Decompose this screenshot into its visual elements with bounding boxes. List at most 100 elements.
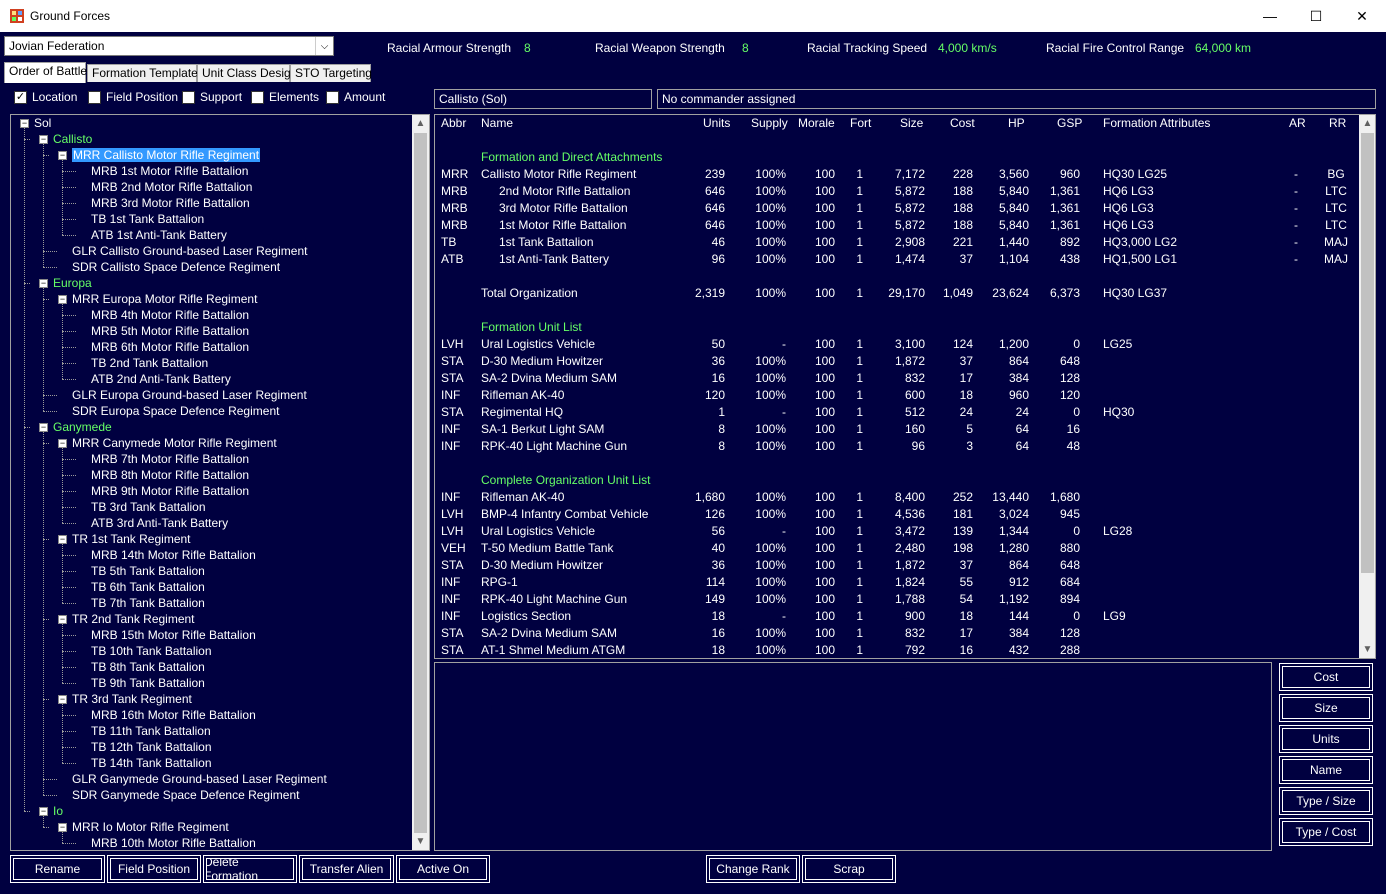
formation-tree[interactable]: ▲ ▼ − Sol − Callisto − MRR Callisto Motor Rif…	[10, 114, 430, 851]
active-on-button[interactable]: Active On	[396, 855, 490, 883]
nation-select[interactable]: Jovian Federation ⌵	[4, 36, 334, 56]
tree-node[interactable]: MRB 16th Motor Rifle Battalion	[91, 707, 256, 723]
tree-node[interactable]: ATB 2nd Anti-Tank Battery	[91, 371, 231, 387]
tree-node[interactable]: MRR Europa Motor Rifle Regiment	[72, 291, 257, 307]
field-position-button[interactable]: Field Position	[107, 855, 201, 883]
tree-node[interactable]: MRR Callisto Motor Rifle Regiment	[72, 147, 261, 163]
tree-node[interactable]: MRR Canymede Motor Rifle Regiment	[72, 435, 277, 451]
collapse-icon[interactable]: −	[58, 439, 67, 448]
tree-node[interactable]: TR 3rd Tank Regiment	[72, 691, 192, 707]
collapse-icon[interactable]: −	[58, 695, 67, 704]
tree-node[interactable]: TB 2nd Tank Battalion	[91, 355, 208, 371]
collapse-icon[interactable]: −	[58, 295, 67, 304]
tab-unit-class-design[interactable]: Unit Class Design	[197, 64, 297, 82]
tree-node[interactable]: TB 12th Tank Battalion	[91, 739, 212, 755]
delete-formation-button[interactable]: Delete Formation	[203, 855, 297, 883]
tree-node[interactable]: SDR Europa Space Defence Regiment	[72, 403, 279, 419]
tree-node[interactable]: GLR Ganymede Ground-based Laser Regiment	[72, 771, 327, 787]
tree-node[interactable]: TB 5th Tank Battalion	[91, 563, 205, 579]
tree-node[interactable]: Sol	[34, 115, 51, 131]
sort-type-size-button[interactable]: Type / Size	[1279, 787, 1373, 815]
column-header[interactable]: Cost	[950, 115, 975, 132]
tree-node[interactable]: GLR Europa Ground-based Laser Regiment	[72, 387, 307, 403]
column-header[interactable]: AR	[1289, 115, 1306, 132]
tree-node[interactable]: TR 1st Tank Regiment	[72, 531, 191, 547]
tree-scrollbar[interactable]: ▲ ▼	[412, 115, 429, 850]
scrollbar-thumb[interactable]	[1361, 133, 1374, 573]
tree-node[interactable]: MRB 6th Motor Rifle Battalion	[91, 339, 249, 355]
tree-node[interactable]: Callisto	[53, 131, 92, 147]
close-button[interactable]: ✕	[1339, 0, 1385, 32]
tree-node[interactable]: Io	[53, 803, 63, 819]
tree-node[interactable]: TB 10th Tank Battalion	[91, 643, 212, 659]
collapse-icon[interactable]: −	[58, 151, 67, 160]
collapse-icon[interactable]: −	[58, 615, 67, 624]
tree-node[interactable]: TR 2nd Tank Regiment	[72, 611, 195, 627]
tree-node[interactable]: Europa	[53, 275, 92, 291]
tree-node[interactable]: GLR Callisto Ground-based Laser Regiment	[72, 243, 307, 259]
collapse-icon[interactable]: −	[58, 535, 67, 544]
column-header[interactable]: GSP	[1057, 115, 1082, 132]
collapse-icon[interactable]: −	[20, 119, 29, 128]
transfer-alien-button[interactable]: Transfer Alien	[299, 855, 394, 883]
tree-node[interactable]: TB 11th Tank Battalion	[91, 723, 211, 739]
column-header[interactable]: RR	[1329, 115, 1346, 132]
tree-node[interactable]: MRB 4th Motor Rifle Battalion	[91, 307, 249, 323]
tree-node[interactable]: Ganymede	[53, 419, 112, 435]
column-header[interactable]: Morale	[798, 115, 835, 132]
column-header[interactable]: Formation Attributes	[1103, 115, 1210, 132]
sort-units-button[interactable]: Units	[1279, 725, 1373, 753]
chevron-down-icon[interactable]: ⌵	[315, 37, 333, 55]
column-header[interactable]: Units	[703, 115, 730, 132]
collapse-icon[interactable]: −	[39, 423, 48, 432]
sort-size-button[interactable]: Size	[1279, 694, 1373, 722]
scroll-down-icon[interactable]: ▼	[412, 833, 429, 850]
collapse-icon[interactable]: −	[39, 135, 48, 144]
column-header[interactable]: Size	[900, 115, 923, 132]
tree-node[interactable]: SDR Callisto Space Defence Regiment	[72, 259, 280, 275]
tab-sto-targeting[interactable]: STO Targeting	[290, 64, 372, 82]
sort-cost-button[interactable]: Cost	[1279, 663, 1373, 691]
tab-formation-templates[interactable]: Formation Templates	[87, 64, 204, 82]
tree-node[interactable]: MRR Io Motor Rifle Regiment	[72, 819, 229, 835]
scroll-up-icon[interactable]: ▲	[1359, 115, 1375, 132]
column-header[interactable]: Supply	[751, 115, 788, 132]
tree-node[interactable]: ATB 1st Anti-Tank Battery	[91, 227, 227, 243]
tree-node[interactable]: MRB 14th Motor Rifle Battalion	[91, 547, 256, 563]
tree-node[interactable]: MRB 9th Motor Rifle Battalion	[91, 483, 249, 499]
tree-node[interactable]: TB 1st Tank Battalion	[91, 211, 204, 227]
scrap-button[interactable]: Scrap	[802, 855, 896, 883]
tree-node[interactable]: MRB 15th Motor Rifle Battalion	[91, 627, 256, 643]
tree-node[interactable]: TB 3rd Tank Battalion	[91, 499, 206, 515]
tree-node[interactable]: MRB 10th Motor Rifle Battalion	[91, 835, 256, 850]
tree-node[interactable]: MRB 3rd Motor Rifle Battalion	[91, 195, 250, 211]
column-header[interactable]: Name	[481, 115, 513, 132]
tab-order-of-battle[interactable]: Order of Battle	[4, 62, 87, 83]
tree-node[interactable]: MRB 1st Motor Rifle Battalion	[91, 163, 248, 179]
sort-type-cost-button[interactable]: Type / Cost	[1279, 818, 1373, 846]
grid-scrollbar[interactable]: ▲ ▼	[1359, 115, 1375, 658]
tree-node[interactable]: SDR Ganymede Space Defence Regiment	[72, 787, 299, 803]
scrollbar-thumb[interactable]	[414, 133, 427, 833]
change-rank-button[interactable]: Change Rank	[706, 855, 800, 883]
maximize-button[interactable]: ☐	[1293, 0, 1339, 32]
collapse-icon[interactable]: −	[39, 279, 48, 288]
tree-node[interactable]: MRB 7th Motor Rifle Battalion	[91, 451, 249, 467]
tree-node[interactable]: TB 9th Tank Battalion	[91, 675, 205, 691]
tree-node[interactable]: MRB 8th Motor Rifle Battalion	[91, 467, 249, 483]
column-header[interactable]: Abbr	[441, 115, 466, 132]
scroll-up-icon[interactable]: ▲	[412, 115, 429, 132]
tree-node[interactable]: ATB 3rd Anti-Tank Battery	[91, 515, 228, 531]
tree-node[interactable]: TB 6th Tank Battalion	[91, 579, 205, 595]
tree-node[interactable]: TB 7th Tank Battalion	[91, 595, 205, 611]
collapse-icon[interactable]: −	[58, 823, 67, 832]
scroll-down-icon[interactable]: ▼	[1359, 641, 1375, 658]
tree-node[interactable]: MRB 2nd Motor Rifle Battalion	[91, 179, 252, 195]
tree-node[interactable]: TB 14th Tank Battalion	[91, 755, 212, 771]
tree-node[interactable]: TB 8th Tank Battalion	[91, 659, 205, 675]
collapse-icon[interactable]: −	[39, 807, 48, 816]
column-header[interactable]: Fort	[850, 115, 871, 132]
tree-node[interactable]: MRB 5th Motor Rifle Battalion	[91, 323, 249, 339]
column-header[interactable]: HP	[1008, 115, 1025, 132]
minimize-button[interactable]: —	[1247, 0, 1293, 32]
